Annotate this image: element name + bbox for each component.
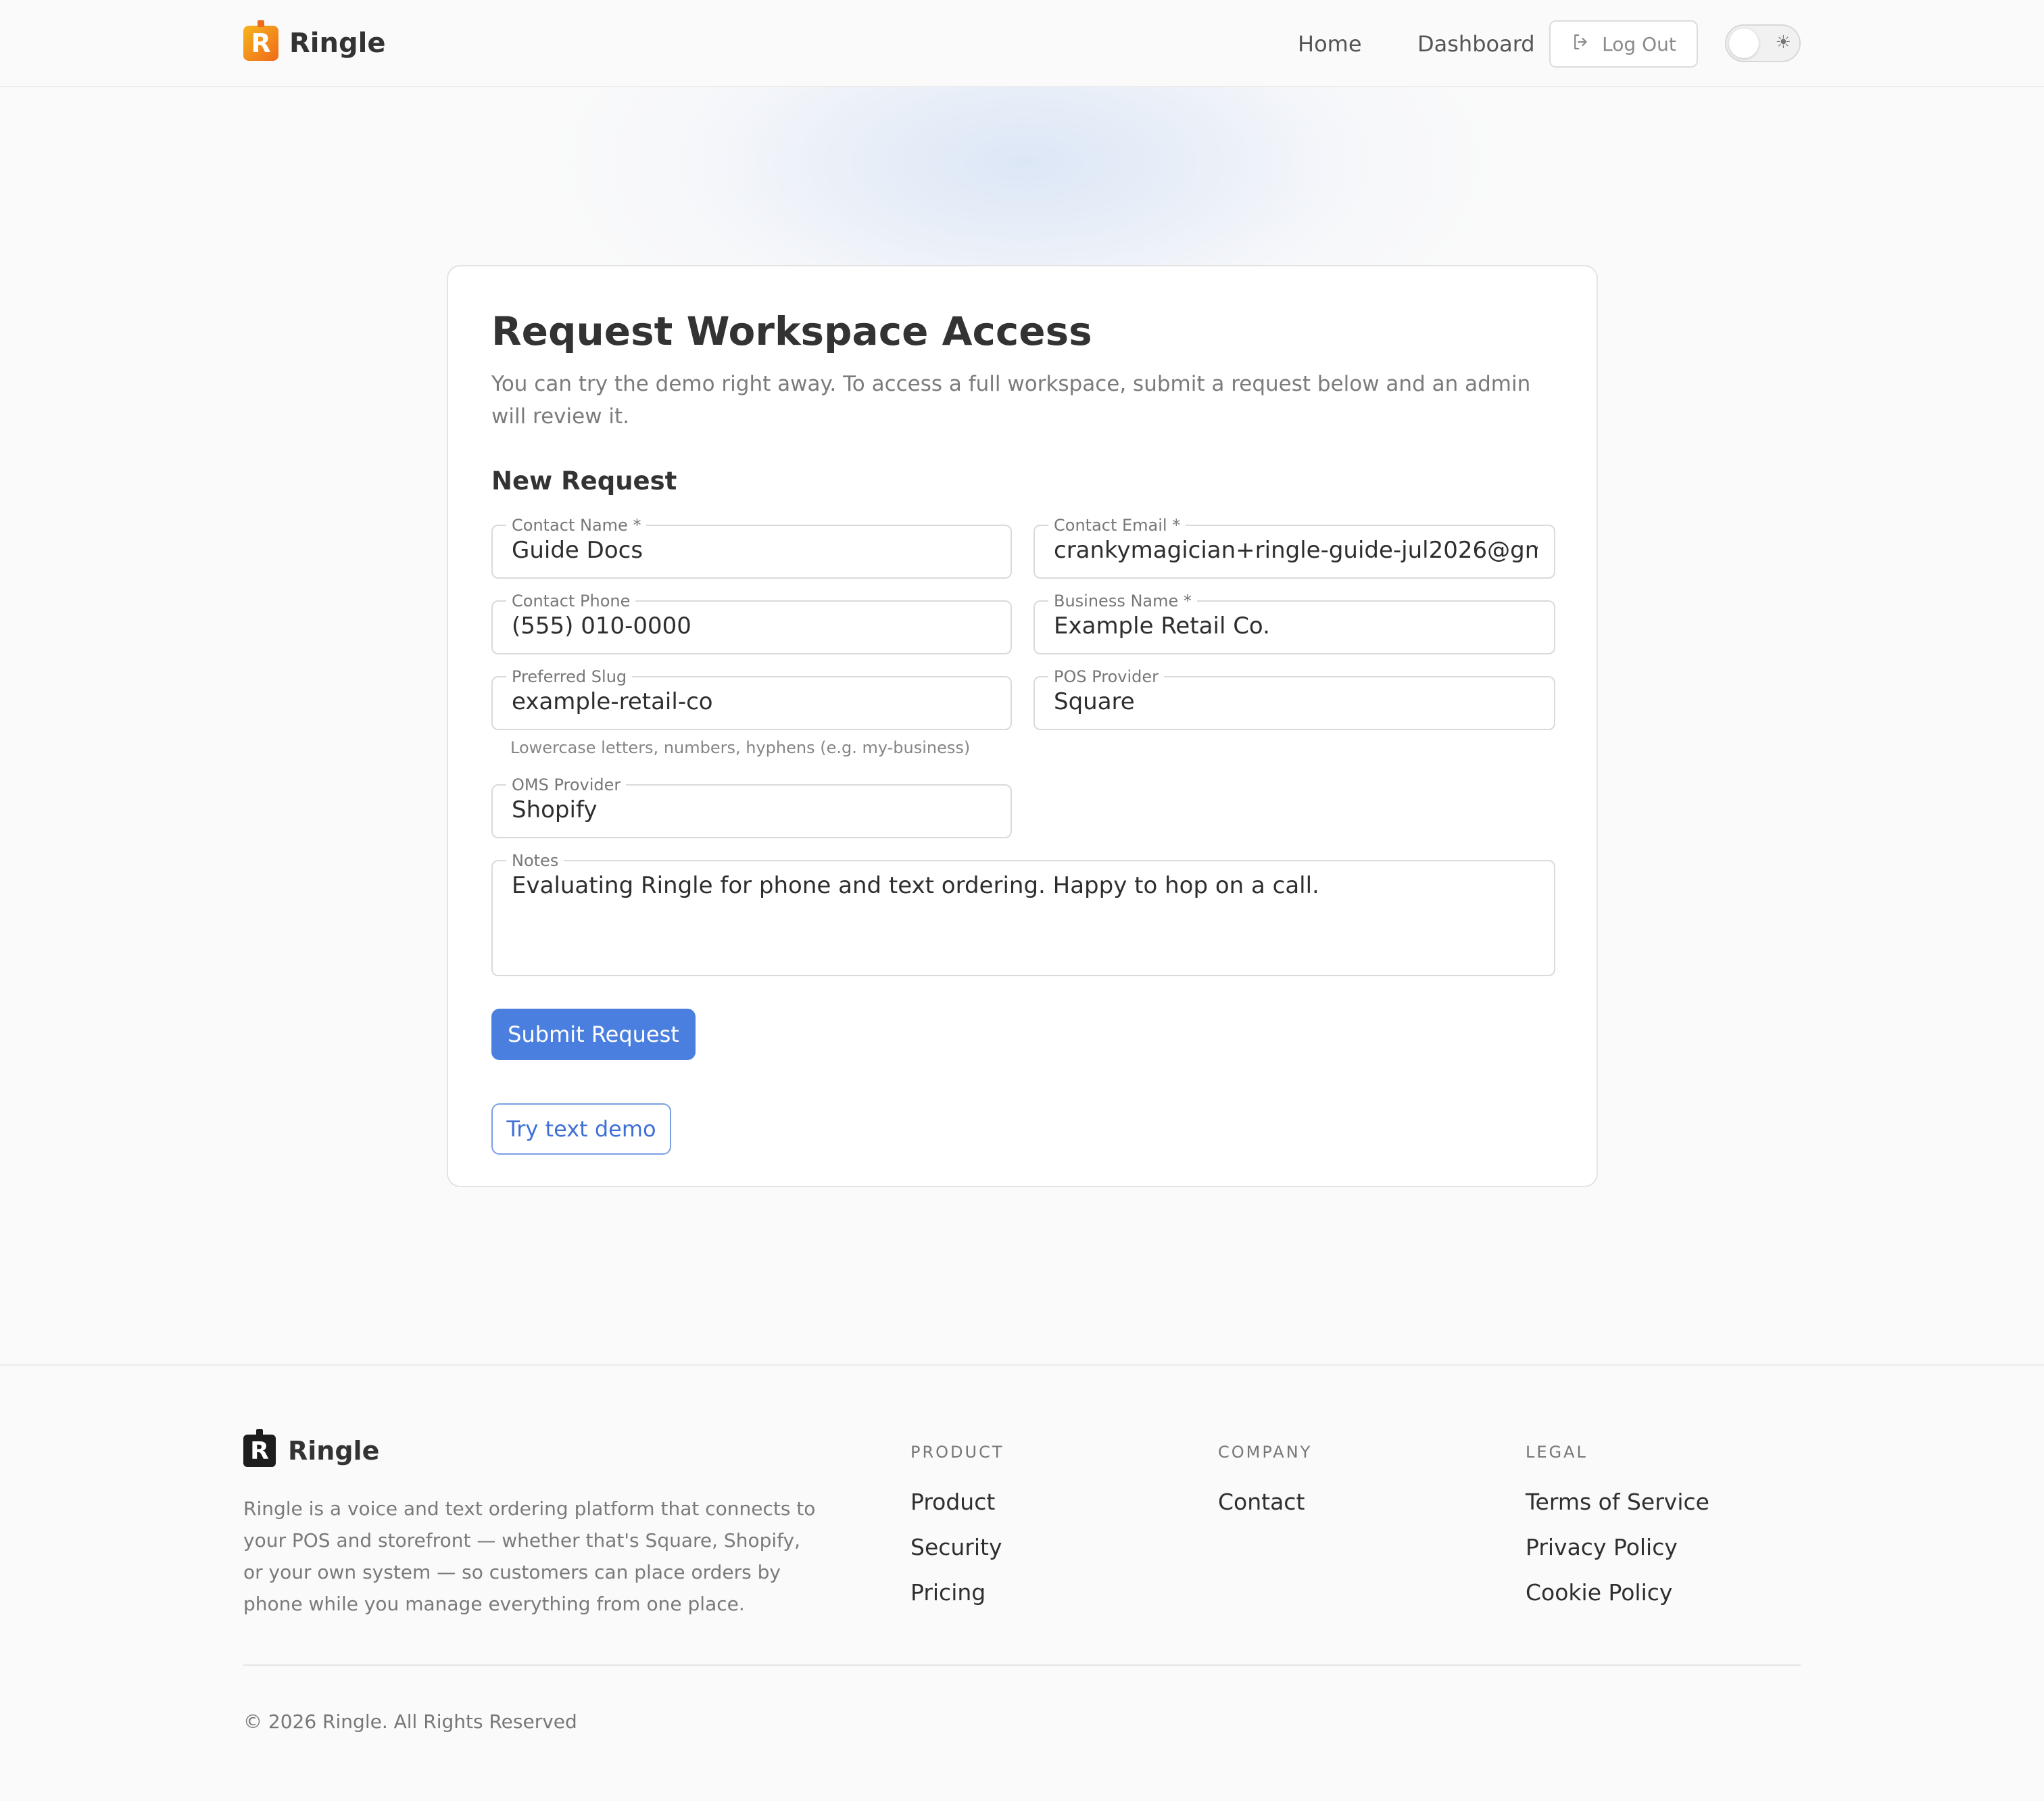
nav-home-link[interactable]: Home bbox=[1298, 31, 1362, 57]
top-header: R Ringle Home Dashboard Log Out ☀ bbox=[0, 0, 2044, 87]
logout-icon bbox=[1571, 32, 1591, 57]
sun-icon: ☀ bbox=[1775, 32, 1791, 53]
page-subtitle: You can try the demo right away. To acce… bbox=[491, 372, 1531, 429]
footer-heading-legal: LEGAL bbox=[1526, 1443, 1588, 1462]
pos-provider-field[interactable]: POS Provider Square bbox=[1033, 668, 1555, 730]
nav-dashboard-link[interactable]: Dashboard bbox=[1417, 31, 1535, 57]
page-title: Request Workspace Access bbox=[491, 308, 1092, 354]
page: R Ringle Home Dashboard Log Out ☀ Reques… bbox=[0, 0, 2044, 1801]
preferred-slug-field[interactable]: Preferred Slug example-retail-co bbox=[491, 668, 1012, 730]
footer-link-terms[interactable]: Terms of Service bbox=[1526, 1489, 1709, 1515]
footer-link-security[interactable]: Security bbox=[910, 1534, 1004, 1560]
footer-heading-company: COMPANY bbox=[1218, 1443, 1313, 1462]
try-text-demo-button[interactable]: Try text demo bbox=[491, 1103, 671, 1155]
footer-link-cookie[interactable]: Cookie Policy bbox=[1526, 1579, 1709, 1606]
submit-request-button[interactable]: Submit Request bbox=[491, 1009, 696, 1060]
footer-link-contact[interactable]: Contact bbox=[1218, 1489, 1312, 1515]
preferred-slug-label: Preferred Slug bbox=[506, 668, 633, 686]
footer-link-product[interactable]: Product bbox=[910, 1489, 1004, 1515]
business-name-field[interactable]: Business Name * Example Retail Co. bbox=[1033, 592, 1555, 654]
oms-provider-field[interactable]: OMS Provider Shopify bbox=[491, 776, 1012, 838]
contact-phone-label: Contact Phone bbox=[506, 592, 636, 610]
theme-toggle[interactable]: ☀ bbox=[1725, 24, 1801, 62]
contact-email-label: Contact Email * bbox=[1048, 517, 1186, 534]
logout-button[interactable]: Log Out bbox=[1549, 20, 1698, 68]
footer-description: Ringle is a voice and text ordering plat… bbox=[243, 1497, 816, 1615]
contact-name-label: Contact Name * bbox=[506, 517, 647, 534]
copyright-text: © 2026 Ringle. All Rights Reserved bbox=[243, 1710, 577, 1733]
footer-heading-product: PRODUCT bbox=[910, 1443, 1004, 1462]
notes-label: Notes bbox=[506, 852, 564, 869]
logout-label: Log Out bbox=[1602, 32, 1676, 55]
site-footer: R Ringle Ringle is a voice and text orde… bbox=[0, 1364, 2044, 1801]
oms-provider-value: Shopify bbox=[512, 796, 598, 823]
section-title: New Request bbox=[491, 466, 677, 496]
contact-phone-value: (555) 010-0000 bbox=[512, 613, 691, 640]
oms-provider-label: OMS Provider bbox=[506, 776, 627, 794]
contact-name-field[interactable]: Contact Name * Guide Docs bbox=[491, 517, 1012, 579]
ringle-logo-icon: R bbox=[243, 1429, 276, 1467]
business-name-value: Example Retail Co. bbox=[1054, 613, 1270, 640]
footer-link-pricing[interactable]: Pricing bbox=[910, 1579, 1004, 1606]
notes-textarea[interactable]: Notes Evaluating Ringle for phone and te… bbox=[491, 852, 1555, 976]
request-access-card: Request Workspace Access You can try the… bbox=[447, 265, 1598, 1187]
footer-brand[interactable]: R Ringle bbox=[243, 1429, 380, 1467]
contact-name-value: Guide Docs bbox=[512, 537, 643, 564]
contact-email-value: crankymagician+ringle-guide-jul2026@gmai… bbox=[1054, 537, 1538, 564]
preferred-slug-value: example-retail-co bbox=[512, 688, 713, 715]
business-name-label: Business Name * bbox=[1048, 592, 1197, 610]
footer-column-company: COMPANY Contact bbox=[1218, 1443, 1312, 1534]
footer-brand-name: Ringle bbox=[288, 1436, 380, 1466]
footer-link-privacy[interactable]: Privacy Policy bbox=[1526, 1534, 1709, 1560]
pos-provider-label: POS Provider bbox=[1048, 668, 1165, 686]
footer-divider bbox=[243, 1664, 1801, 1666]
slug-hint: Lowercase letters, numbers, hyphens (e.g… bbox=[510, 738, 971, 757]
footer-column-product: PRODUCT Product Security Pricing bbox=[910, 1443, 1004, 1625]
toggle-knob bbox=[1729, 28, 1759, 58]
notes-value: Evaluating Ringle for phone and text ord… bbox=[512, 872, 1319, 899]
pos-provider-value: Square bbox=[1054, 688, 1135, 715]
contact-email-field[interactable]: Contact Email * crankymagician+ringle-gu… bbox=[1033, 517, 1555, 579]
contact-phone-field[interactable]: Contact Phone (555) 010-0000 bbox=[491, 592, 1012, 654]
footer-column-legal: LEGAL Terms of Service Privacy Policy Co… bbox=[1526, 1443, 1709, 1625]
